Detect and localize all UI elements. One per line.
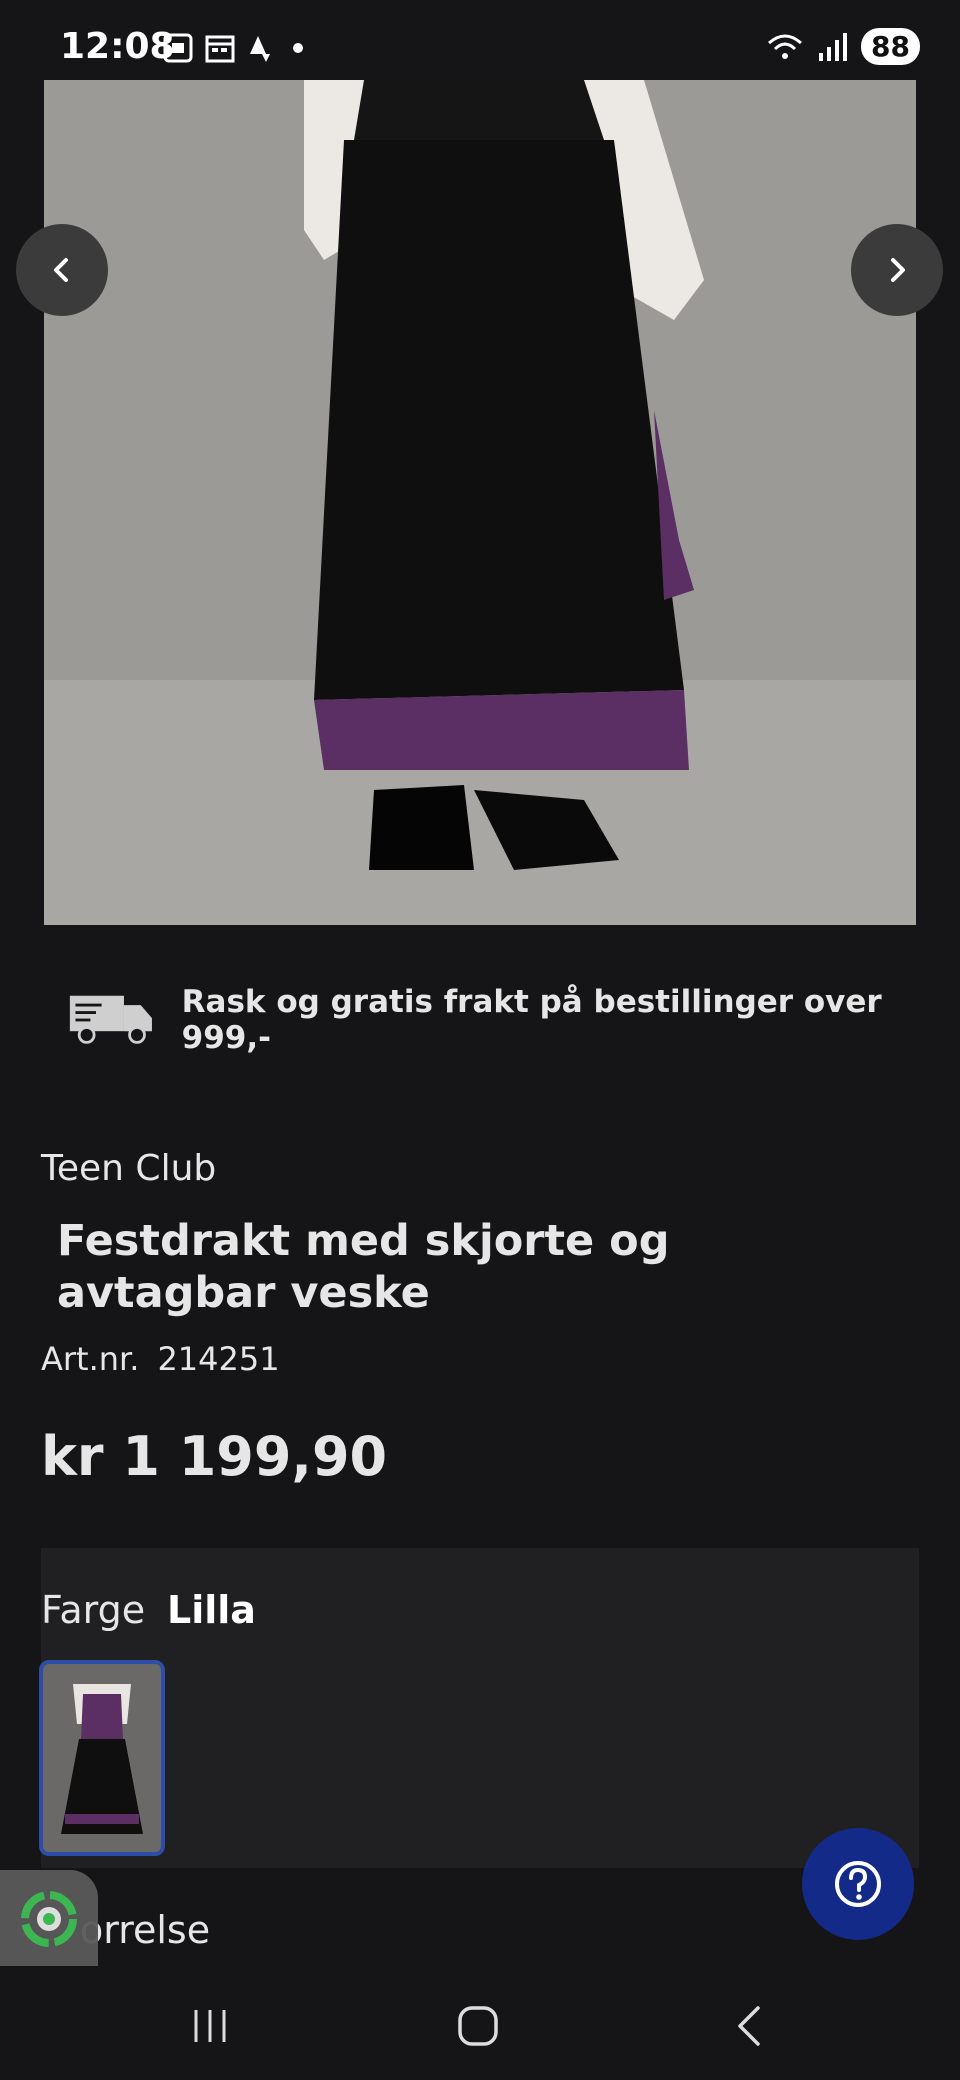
recycle-icon (21, 1891, 77, 1947)
shipping-banner: Rask og gratis frakt på bestillinger ove… (68, 975, 928, 1065)
product-price: kr 1 199,90 (41, 1425, 388, 1488)
recycle-widget-button[interactable] (0, 1870, 98, 1968)
help-icon (835, 1861, 881, 1907)
color-swatch-lilla[interactable] (39, 1660, 165, 1856)
article-number: Art.nr. 214251 (41, 1340, 280, 1378)
strava-icon (250, 36, 270, 62)
dot-icon (293, 43, 303, 53)
calendar-icon (205, 35, 235, 63)
help-button[interactable] (802, 1828, 914, 1940)
chevron-right-icon (891, 258, 905, 282)
size-label: orrelse (80, 1908, 211, 1952)
signal-icon (819, 32, 848, 61)
status-time: 12:08 (60, 26, 175, 67)
product-photo-illustration (44, 80, 916, 925)
wifi-icon (768, 34, 803, 59)
product-image[interactable] (44, 80, 916, 925)
color-label: Farge (41, 1588, 146, 1632)
status-notification-icons (162, 30, 312, 66)
system-nav-bar (0, 1966, 960, 2080)
next-image-button[interactable] (851, 224, 943, 316)
article-number-value: 214251 (157, 1340, 280, 1378)
status-system-icons: 88 (765, 28, 920, 65)
battery-level: 88 (861, 28, 920, 65)
prev-image-button[interactable] (16, 224, 108, 316)
chevron-left-icon (54, 258, 68, 282)
swatch-thumbnail (43, 1664, 161, 1852)
recents-icon[interactable] (190, 2006, 230, 2046)
product-title: Festdrakt med skjorte og avtagbar veske (57, 1216, 670, 1318)
color-value: Lilla (167, 1588, 256, 1632)
product-brand[interactable]: Teen Club (41, 1148, 216, 1189)
shipping-text: Rask og gratis frakt på bestillinger ove… (181, 984, 882, 1056)
screenshot-icon (163, 33, 193, 63)
article-number-label: Art.nr. (41, 1340, 140, 1378)
back-icon[interactable] (730, 2004, 770, 2048)
truck-icon (69, 995, 152, 1044)
home-icon[interactable] (456, 2004, 500, 2048)
